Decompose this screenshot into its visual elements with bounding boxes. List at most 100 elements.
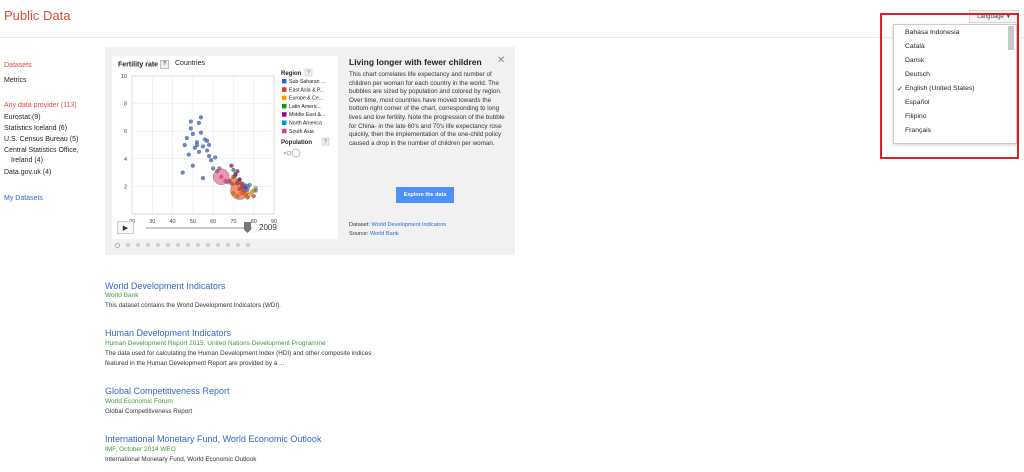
y-tick-label: 8 <box>124 102 127 108</box>
provider-item[interactable]: Data.gov.uk (4) <box>4 169 51 176</box>
provider-item[interactable]: Eurostat (9) <box>4 114 41 121</box>
result-source[interactable]: IMF, October 2014 WEO <box>105 446 176 453</box>
legend-item: South Asia <box>289 129 314 135</box>
result-title[interactable]: World Development Indicators <box>105 281 225 291</box>
carousel-dot[interactable] <box>196 243 200 247</box>
provider-item[interactable]: Central Statistics Office, <box>4 147 79 154</box>
data-bubble <box>213 168 230 185</box>
data-point <box>200 144 206 149</box>
app-title[interactable]: Public Data <box>4 8 70 23</box>
play-icon: ▶ <box>122 224 129 232</box>
result-source[interactable]: World Economic Forum <box>105 398 173 405</box>
data-point <box>190 131 195 137</box>
y-tick-label: 4 <box>124 157 127 163</box>
legend-item: East Asia & P... <box>289 87 324 93</box>
legend-item: North America <box>289 121 322 127</box>
provider-filter-header[interactable]: Any data provider (113) <box>4 102 77 109</box>
carousel-dot[interactable] <box>226 243 230 247</box>
carousel-dot[interactable] <box>236 243 240 247</box>
legend-help-icon-text: ? <box>307 71 310 77</box>
source-meta: Source: World Bank <box>349 231 399 237</box>
carousel-dot[interactable] <box>176 243 180 247</box>
source-label: Source: <box>349 231 369 237</box>
data-point <box>180 170 185 175</box>
carousel-dot[interactable] <box>115 243 120 248</box>
carousel-dot[interactable] <box>206 243 210 247</box>
carousel-dot[interactable] <box>126 243 130 247</box>
data-bubble <box>241 183 250 192</box>
carousel-dot[interactable] <box>136 243 140 247</box>
result-description: Global Competitiveness Report <box>105 408 193 415</box>
legend-swatch <box>282 95 287 101</box>
x-tick-label: 30 <box>149 219 155 225</box>
x-tick-label: 80 <box>251 219 257 225</box>
carousel-dot[interactable] <box>166 243 170 247</box>
legend-item: Europe & Ce... <box>289 96 323 102</box>
result-description: International Monetary Fund, World Econo… <box>105 456 257 463</box>
provider-item[interactable]: Statistics Iceland (6) <box>4 125 67 132</box>
data-point <box>211 166 216 171</box>
result-title[interactable]: Human Development Indicators <box>105 328 231 338</box>
legend-item: Sub-Saharan ... <box>289 79 325 85</box>
legend-swatch <box>282 112 287 117</box>
data-point <box>188 126 193 131</box>
source-link[interactable]: World Bank <box>370 231 399 237</box>
data-point <box>247 192 252 197</box>
x-tick-label: 70 <box>230 219 236 225</box>
dataset-label: Dataset: <box>349 222 370 228</box>
legend-swatch <box>282 128 287 134</box>
size-key-large <box>291 148 301 158</box>
data-point <box>198 115 204 120</box>
data-point <box>231 167 236 172</box>
time-slider-track[interactable] <box>146 227 252 229</box>
legend-swatch <box>282 79 287 84</box>
data-point <box>235 169 240 174</box>
highlight-box <box>880 13 1019 159</box>
legend-swatch <box>282 103 287 109</box>
result-title[interactable]: International Monetary Fund, World Econo… <box>105 434 321 444</box>
data-point <box>200 176 206 181</box>
sidebar-item-metrics[interactable]: Metrics <box>4 77 27 84</box>
dataset-meta: Dataset: World Development Indicators <box>349 222 446 228</box>
header-divider <box>0 37 1024 38</box>
data-point <box>194 142 199 148</box>
size-key-small <box>283 151 287 155</box>
data-point <box>196 149 201 154</box>
data-point <box>209 158 214 163</box>
y-tick-label: 2 <box>124 184 127 190</box>
x-tick-label: 40 <box>170 219 176 225</box>
x-tick-label: 60 <box>210 219 216 225</box>
legend-title: Region <box>281 71 302 77</box>
carousel-dots[interactable] <box>115 243 250 248</box>
data-point <box>251 194 256 199</box>
data-point <box>213 155 218 160</box>
data-point <box>253 188 258 193</box>
explore-data-button[interactable]: Explore the data <box>396 187 454 203</box>
data-point <box>205 138 210 143</box>
result-source[interactable]: Human Development Report 2015, United Na… <box>105 340 326 347</box>
carousel-dot[interactable] <box>146 243 150 247</box>
data-point <box>186 152 191 157</box>
carousel-dot[interactable] <box>156 243 160 247</box>
carousel-dot[interactable] <box>246 243 250 247</box>
year-display: 2009 <box>259 223 277 232</box>
featured-title: Living longer with fewer children <box>349 57 482 67</box>
result-description: The data used for calculating the Human … <box>105 350 372 367</box>
play-button[interactable]: ▶ <box>117 221 134 234</box>
legend-item: Middle East &... <box>289 112 325 118</box>
data-point <box>190 163 195 168</box>
population-help-icon-text: ? <box>324 140 327 146</box>
carousel-dot[interactable] <box>216 243 220 247</box>
result-title[interactable]: Global Competitiveness Report <box>105 386 230 396</box>
carousel-dot[interactable] <box>186 243 190 247</box>
data-point <box>205 148 210 153</box>
close-icon[interactable]: ✕ <box>497 55 505 66</box>
legend-swatch <box>282 120 287 125</box>
provider-item[interactable]: U.S. Census Bureau (5) <box>4 136 78 143</box>
my-datasets-link[interactable]: My Datasets <box>4 195 43 202</box>
sidebar-item-datasets[interactable]: Datasets <box>4 62 32 69</box>
result-source[interactable]: World Bank <box>105 292 138 299</box>
dataset-link[interactable]: World Development Indicators <box>371 222 446 228</box>
provider-item[interactable]: Ireland (4) <box>11 157 43 164</box>
scatter-chart[interactable]: 2030405060708090246810Life expectancy Re… <box>112 66 338 226</box>
